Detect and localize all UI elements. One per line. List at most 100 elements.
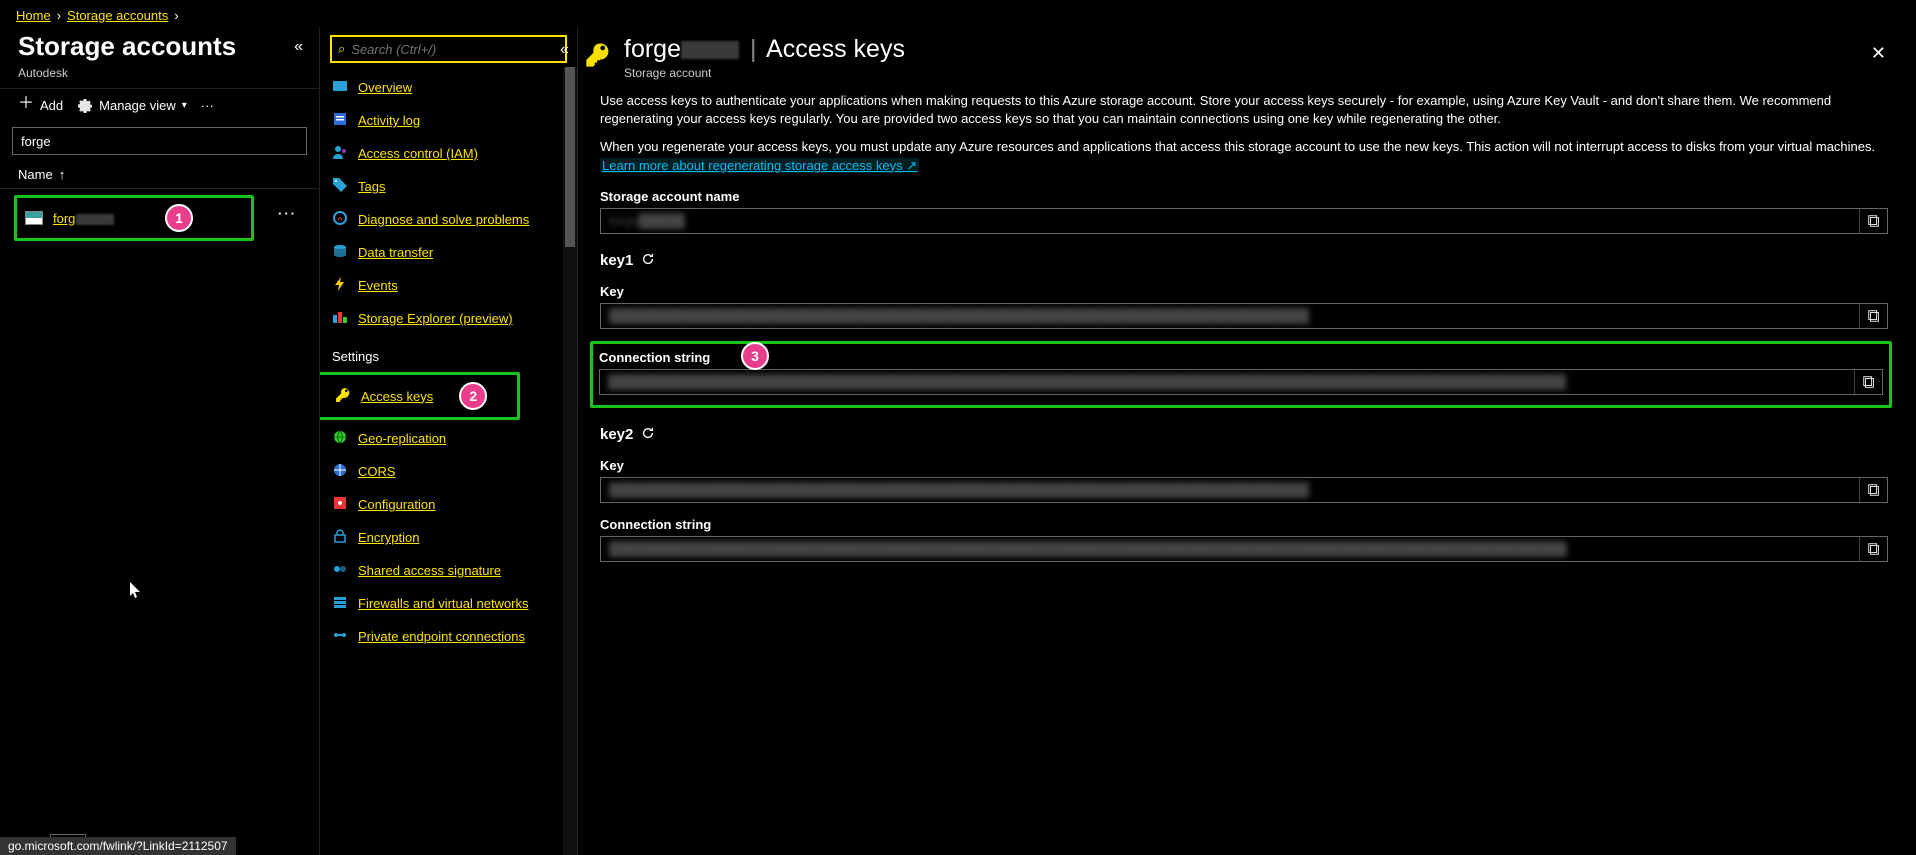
nav-item-encryption[interactable]: Encryption <box>320 521 577 554</box>
add-button[interactable]: ＋ Add <box>18 97 63 113</box>
nav-item-label: Private endpoint connections <box>358 629 525 644</box>
nav-item-access-keys[interactable]: Access keys 2 <box>320 372 520 420</box>
nav-item-label: Storage Explorer (preview) <box>358 311 513 326</box>
storage-accounts-panel: Storage accounts « Autodesk ＋ Add Manage… <box>0 27 320 855</box>
breadcrumb: Home › Storage accounts › <box>0 0 1916 27</box>
nav-item-firewalls-and-virtual-networks[interactable]: Firewalls and virtual networks <box>320 587 577 620</box>
storage-account-name-value: forge█████ <box>601 211 1859 230</box>
lock-icon <box>332 528 348 547</box>
copy-button[interactable] <box>1859 209 1887 233</box>
nav-item-label: Tags <box>358 179 385 194</box>
nav-item-label: Data transfer <box>358 245 433 260</box>
nav-item-label: Events <box>358 278 398 293</box>
storage-account-row[interactable]: forg 1 ··· <box>14 195 254 241</box>
storage-account-name-field: forge█████ <box>600 208 1888 234</box>
nav-item-data-transfer[interactable]: Data transfer <box>320 236 577 269</box>
nav-section-settings: Settings <box>320 335 577 370</box>
scrollbar-thumb[interactable] <box>565 67 575 247</box>
key-icon <box>584 41 612 69</box>
firewall-icon <box>332 594 348 613</box>
nav-item-diagnose-and-solve-problems[interactable]: Diagnose and solve problems <box>320 203 577 236</box>
nav-item-cors[interactable]: CORS <box>320 455 577 488</box>
key1-key-value: ████████████████████████████████████████… <box>601 306 1859 325</box>
key2-key-value: ████████████████████████████████████████… <box>601 480 1859 499</box>
more-actions-button[interactable]: ··· <box>201 98 214 113</box>
nav-item-shared-access-signature[interactable]: Shared access signature <box>320 554 577 587</box>
collapse-mid-icon[interactable]: « <box>560 41 569 59</box>
page-title: Storage accounts <box>18 31 236 62</box>
blade-subtitle: Storage account <box>624 66 905 80</box>
breadcrumb-sep-icon: › <box>174 8 178 23</box>
nav-item-configuration[interactable]: Configuration <box>320 488 577 521</box>
key1-key-field: ████████████████████████████████████████… <box>600 303 1888 329</box>
key2-cs-label: Connection string <box>600 517 1888 532</box>
intro-paragraph-2: When you regenerate your access keys, yo… <box>600 138 1888 174</box>
nav-item-events[interactable]: Events <box>320 269 577 302</box>
intro-paragraph-1: Use access keys to authenticate your app… <box>600 92 1888 128</box>
breadcrumb-storage-accounts[interactable]: Storage accounts <box>67 8 168 23</box>
nav-item-label: Diagnose and solve problems <box>358 212 529 227</box>
nav-item-storage-explorer-preview-[interactable]: Storage Explorer (preview) <box>320 302 577 335</box>
key2-key-label: Key <box>600 458 1888 473</box>
refresh-icon[interactable] <box>641 426 655 444</box>
sas-icon <box>332 561 348 580</box>
nav-item-label: Overview <box>358 80 412 95</box>
activity-icon <box>332 111 348 130</box>
nav-item-label: Shared access signature <box>358 563 501 578</box>
storage-account-icon <box>25 211 43 225</box>
copy-button[interactable] <box>1854 370 1882 394</box>
nav-item-label: Activity log <box>358 113 420 128</box>
close-icon[interactable]: ✕ <box>1861 35 1896 72</box>
nav-item-tags[interactable]: Tags <box>320 170 577 203</box>
iam-icon <box>332 144 348 163</box>
search-icon: ⌕ <box>338 41 345 57</box>
filter-input[interactable] <box>12 127 307 155</box>
col-name-label: Name <box>18 167 53 182</box>
tenant-label: Autodesk <box>0 66 319 88</box>
storage-account-name-label: Storage account name <box>600 189 1888 204</box>
key1-cs-value: ████████████████████████████████████████… <box>600 372 1854 391</box>
nav-item-geo-replication[interactable]: Geo-replication <box>320 422 577 455</box>
key1-cs-field: ████████████████████████████████████████… <box>599 369 1883 395</box>
copy-button[interactable] <box>1859 304 1887 328</box>
explorer-icon <box>332 309 348 328</box>
refresh-icon[interactable] <box>641 252 655 270</box>
status-bar-url: go.microsoft.com/fwlink/?LinkId=2112507 <box>0 837 236 855</box>
annotation-badge-1: 1 <box>165 204 193 232</box>
column-header-name[interactable]: Name ↑ <box>0 161 319 189</box>
nav-item-label: Encryption <box>358 530 419 545</box>
endpoint-icon <box>332 627 348 646</box>
nav-item-activity-log[interactable]: Activity log <box>320 104 577 137</box>
nav-item-label: Access keys <box>361 389 433 404</box>
breadcrumb-home[interactable]: Home <box>16 8 51 23</box>
scrollbar[interactable] <box>563 67 577 855</box>
key1-heading: key1 <box>600 252 1888 270</box>
gear-icon <box>77 97 93 113</box>
row-more-button[interactable]: ··· <box>278 206 297 221</box>
copy-button[interactable] <box>1859 537 1887 561</box>
annotation-badge-3: 3 <box>741 342 769 370</box>
nav-item-access-control-iam-[interactable]: Access control (IAM) <box>320 137 577 170</box>
tags-icon <box>332 177 348 196</box>
collapse-left-icon[interactable]: « <box>294 38 303 56</box>
blade-title: forge | Access keys <box>624 35 905 64</box>
annotation-badge-2: 2 <box>459 382 487 410</box>
nav-item-overview[interactable]: Overview <box>320 71 577 104</box>
nav-item-private-endpoint-connections[interactable]: Private endpoint connections <box>320 620 577 653</box>
diagnose-icon <box>332 210 348 229</box>
key2-key-field: ████████████████████████████████████████… <box>600 477 1888 503</box>
learn-more-link[interactable]: Learn more about regenerating storage ac… <box>600 158 919 173</box>
storage-account-link[interactable]: forg <box>53 211 114 226</box>
cors-icon <box>332 462 348 481</box>
left-toolbar: ＋ Add Manage view ▾ ··· <box>0 88 319 121</box>
manage-view-button[interactable]: Manage view ▾ <box>77 97 187 113</box>
copy-button[interactable] <box>1859 478 1887 502</box>
nav-item-label: Configuration <box>358 497 435 512</box>
nav-search-input[interactable]: ⌕ <box>330 35 567 63</box>
sort-asc-icon: ↑ <box>59 167 66 182</box>
nav-item-label: Access control (IAM) <box>358 146 478 161</box>
transfer-icon <box>332 243 348 262</box>
nav-item-label: Firewalls and virtual networks <box>358 596 529 611</box>
overview-icon <box>332 78 348 97</box>
resource-nav-panel: ⌕ Overview Activity log Access control (IA… <box>320 27 578 855</box>
